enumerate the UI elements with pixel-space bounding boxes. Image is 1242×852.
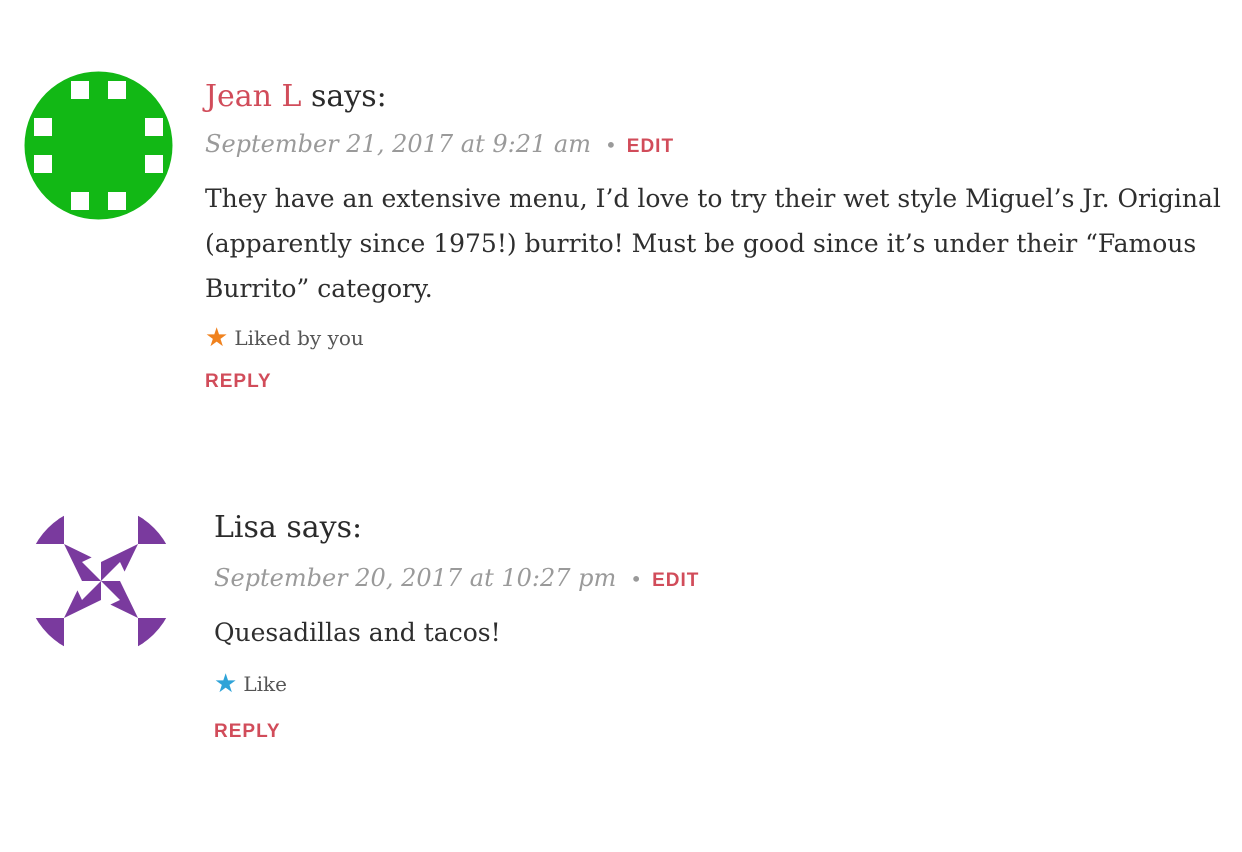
avatar[interactable] bbox=[26, 506, 176, 660]
like-button[interactable]: ★ Like bbox=[214, 671, 1224, 697]
like-status-label: Liked by you bbox=[234, 326, 364, 350]
star-icon: ★ bbox=[205, 323, 229, 353]
like-label: Like bbox=[243, 672, 287, 696]
comment-body: Jean L says: September 21, 2017 at 9:21 … bbox=[205, 80, 1225, 393]
author-name-link[interactable]: Jean L bbox=[205, 79, 301, 114]
reply-button[interactable]: REPLY bbox=[205, 371, 272, 393]
star-icon: ★ bbox=[214, 669, 238, 699]
comment-body: Lisa says: September 20, 2017 at 10:27 p… bbox=[214, 511, 1224, 743]
meta-separator: • bbox=[604, 133, 617, 157]
says-label: says: bbox=[276, 510, 363, 545]
avatar[interactable] bbox=[24, 71, 173, 224]
comment-meta: September 21, 2017 at 9:21 am • EDIT bbox=[205, 130, 1225, 158]
edit-link[interactable]: EDIT bbox=[652, 570, 699, 592]
like-widget[interactable]: ★ Liked by you bbox=[205, 325, 1225, 351]
comment-date-link[interactable]: September 20, 2017 at 10:27 pm bbox=[214, 564, 616, 592]
comment-text: They have an extensive menu, I’d love to… bbox=[205, 184, 1221, 303]
comment-author-line: Jean L says: bbox=[205, 80, 1225, 114]
reply-button[interactable]: REPLY bbox=[214, 721, 281, 743]
identicon-purple-icon bbox=[26, 506, 176, 656]
comment-date-link[interactable]: September 21, 2017 at 9:21 am bbox=[205, 130, 591, 158]
identicon-green-icon bbox=[24, 71, 173, 220]
author-name: Lisa bbox=[214, 510, 277, 545]
comment-text: Quesadillas and tacos! bbox=[214, 618, 501, 647]
comment-author-line: Lisa says: bbox=[214, 511, 1224, 545]
meta-separator: • bbox=[630, 567, 643, 591]
says-label: says: bbox=[301, 79, 387, 114]
previous-content-fragment bbox=[230, 0, 470, 4]
edit-link[interactable]: EDIT bbox=[627, 136, 674, 158]
comment-meta: September 20, 2017 at 10:27 pm • EDIT bbox=[214, 564, 1224, 592]
